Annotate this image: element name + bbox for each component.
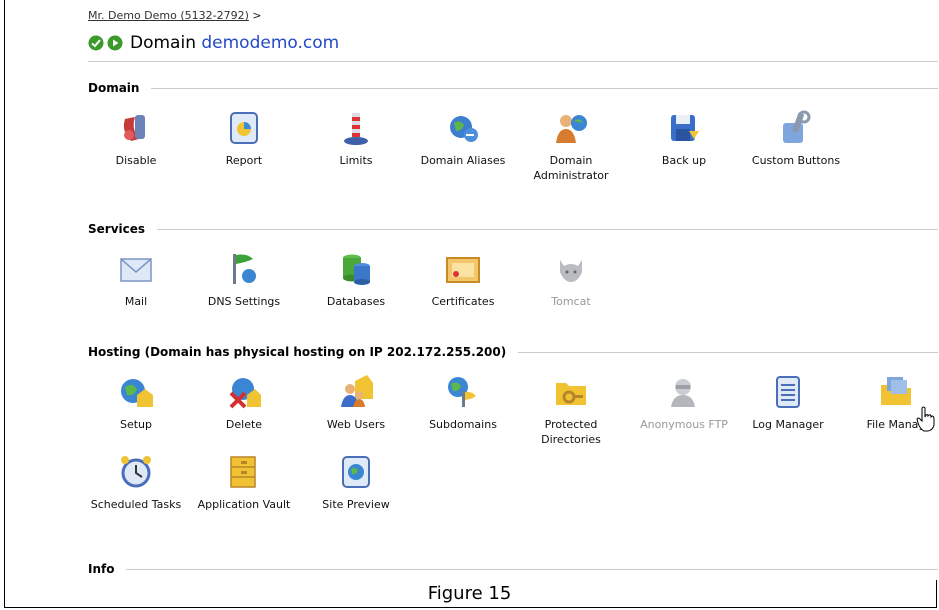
play-status-icon xyxy=(107,35,123,51)
scheduled-tasks-button[interactable]: Scheduled Tasks xyxy=(86,453,186,512)
domain-aliases-button[interactable]: Domain Aliases xyxy=(413,109,513,168)
breadcrumb: Mr. Demo Demo (5132-2792) > xyxy=(88,9,262,22)
section-hosting: Hosting (Domain has physical hosting on … xyxy=(88,345,938,553)
breadcrumb-client-link[interactable]: Mr. Demo Demo (5132-2792) xyxy=(88,9,249,22)
title-row: Domain demodemo.com xyxy=(88,33,339,53)
tomcat-cat-icon xyxy=(552,250,590,288)
dns-settings-button[interactable]: DNS Settings xyxy=(194,250,294,309)
mail-envelope-icon xyxy=(117,250,155,288)
protected-folder-key-icon xyxy=(552,373,590,411)
site-preview-icon xyxy=(337,453,375,491)
disable-icon xyxy=(117,109,155,147)
setup-button[interactable]: Setup xyxy=(86,373,186,432)
section-heading-info: Info xyxy=(88,562,115,576)
domain-name: demodemo.com xyxy=(201,33,340,53)
anonymous-ftp-button[interactable]: Anonymous FTP xyxy=(634,373,734,432)
anonymous-ftp-icon xyxy=(665,373,703,411)
section-heading-services: Services xyxy=(88,222,146,236)
file-manager-icon xyxy=(877,373,915,411)
subdomains-icon xyxy=(444,373,482,411)
hand-cursor-icon xyxy=(916,406,936,436)
subdomains-button[interactable]: Subdomains xyxy=(413,373,513,432)
certificates-button[interactable]: Certificates xyxy=(413,250,513,309)
disable-button[interactable]: Disable xyxy=(86,109,186,168)
protected-directories-button[interactable]: Protected Directories xyxy=(521,373,621,447)
report-button[interactable]: Report xyxy=(194,109,294,168)
domain-aliases-icon xyxy=(444,109,482,147)
back-up-icon xyxy=(665,109,703,147)
web-users-button[interactable]: Web Users xyxy=(306,373,406,432)
section-rule xyxy=(151,88,938,89)
databases-button[interactable]: Databases xyxy=(306,250,406,309)
alarm-clock-icon xyxy=(117,453,155,491)
section-info: Info xyxy=(88,562,938,576)
screenshot-area: Mr. Demo Demo (5132-2792) > Domain demod… xyxy=(10,0,938,580)
figure-caption: Figure 15 xyxy=(427,583,512,604)
section-heading-domain: Domain xyxy=(88,81,140,95)
section-services: Services Mail DNS Settings Databases Cer… xyxy=(88,222,938,350)
domain-administrator-icon xyxy=(552,109,590,147)
mail-button[interactable]: Mail xyxy=(86,250,186,309)
back-up-button[interactable]: Back up xyxy=(634,109,734,168)
custom-buttons-button[interactable]: Custom Buttons xyxy=(746,109,846,168)
section-heading-hosting: Hosting (Domain has physical hosting on … xyxy=(88,345,507,359)
page-title: Domain demodemo.com xyxy=(130,33,339,53)
tomcat-button[interactable]: Tomcat xyxy=(521,250,621,309)
log-manager-button[interactable]: Log Manager xyxy=(738,373,838,432)
section-rule xyxy=(518,352,938,353)
application-vault-button[interactable]: Application Vault xyxy=(194,453,294,512)
section-rule xyxy=(157,229,938,230)
web-users-icon xyxy=(337,373,375,411)
domain-administrator-button[interactable]: Domain Administrator xyxy=(521,109,621,183)
log-manager-icon xyxy=(769,373,807,411)
limits-icon xyxy=(337,109,375,147)
section-domain: Domain Disable Report Limits Domain Alia… xyxy=(88,81,938,209)
setup-globe-house-icon xyxy=(117,373,155,411)
report-icon xyxy=(225,109,263,147)
title-divider xyxy=(88,61,938,62)
breadcrumb-separator: > xyxy=(252,9,262,22)
section-rule xyxy=(126,569,938,570)
custom-buttons-icon xyxy=(777,109,815,147)
delete-button[interactable]: Delete xyxy=(194,373,294,432)
certificate-icon xyxy=(444,250,482,288)
dns-settings-flag-icon xyxy=(225,250,263,288)
databases-icon xyxy=(337,250,375,288)
application-vault-icon xyxy=(225,453,263,491)
limits-button[interactable]: Limits xyxy=(306,109,406,168)
check-status-icon xyxy=(88,35,104,51)
page-title-prefix: Domain xyxy=(130,33,196,53)
delete-globe-icon xyxy=(225,373,263,411)
site-preview-button[interactable]: Site Preview xyxy=(306,453,406,512)
